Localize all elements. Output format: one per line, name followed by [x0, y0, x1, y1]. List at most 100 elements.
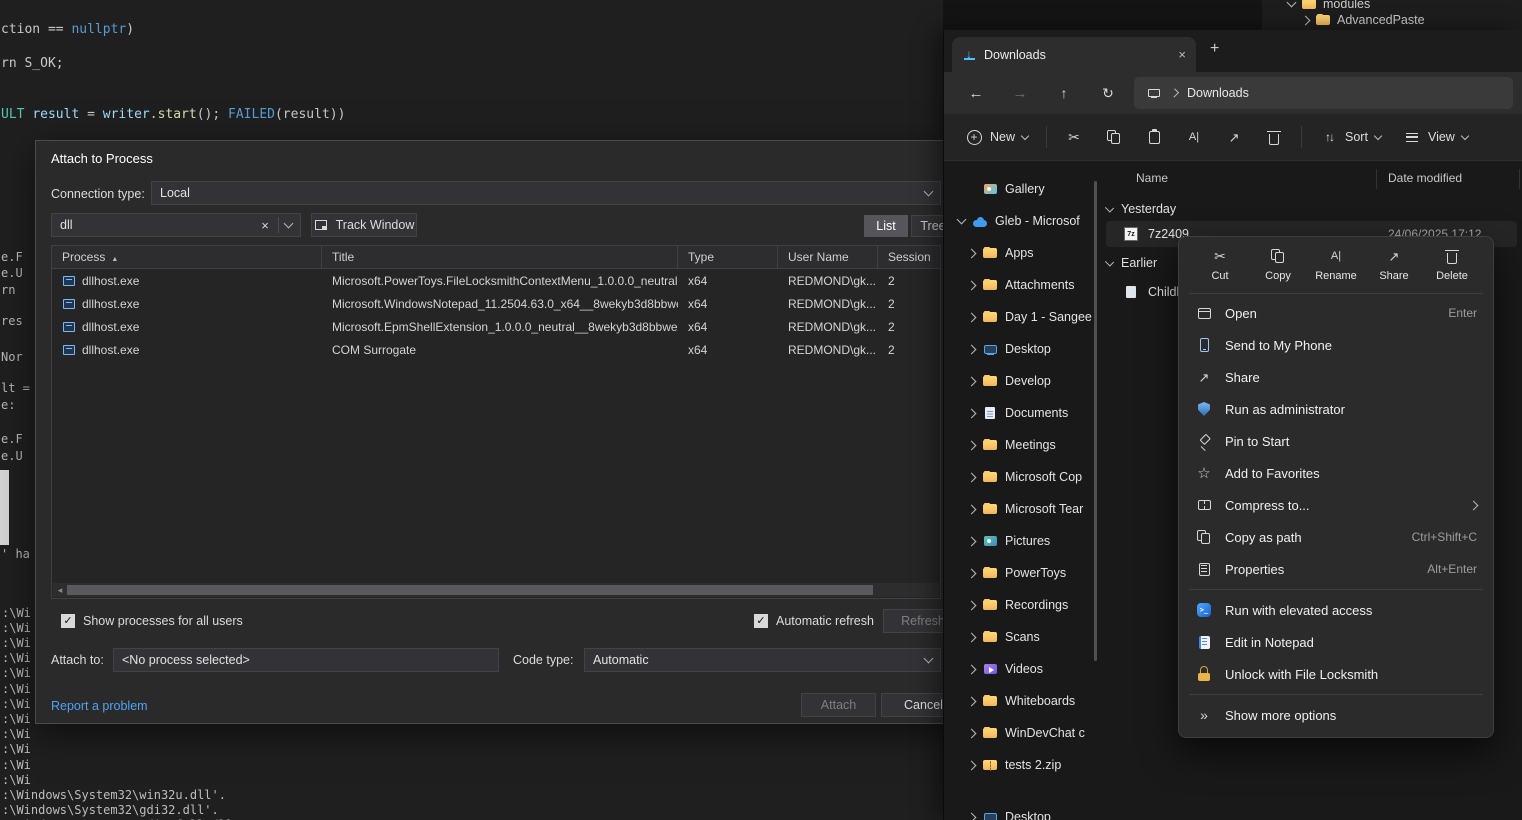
chevron-icon[interactable] — [967, 664, 977, 674]
checkbox-checked-icon[interactable] — [754, 614, 768, 628]
menu-item[interactable]: Send to My Phone — [1179, 329, 1493, 361]
chevron-icon[interactable] — [967, 696, 977, 706]
chevron-down-icon[interactable] — [284, 219, 294, 229]
chevron-icon[interactable] — [967, 504, 977, 514]
group-header-earlier[interactable]: Earlier — [1106, 251, 1157, 275]
attach-button[interactable]: Attach — [801, 693, 876, 717]
sidebar-item[interactable]: Microsoft Tear — [944, 493, 1094, 525]
column-header-username[interactable]: User Name — [778, 246, 878, 268]
chevron-icon[interactable] — [967, 632, 977, 642]
scrollbar-thumb[interactable] — [67, 585, 873, 595]
menu-item[interactable]: Pin to Start — [1179, 425, 1493, 457]
scroll-left-arrow-icon[interactable]: ◂ — [53, 585, 67, 596]
chevron-icon[interactable] — [967, 568, 977, 578]
copy-button[interactable] — [1096, 121, 1132, 153]
sidebar-item[interactable]: Documents — [944, 397, 1094, 429]
group-header-yesterday[interactable]: Yesterday — [1106, 197, 1176, 221]
chevron-icon[interactable] — [967, 760, 977, 770]
up-button[interactable] — [1042, 76, 1086, 110]
chevron-icon[interactable] — [967, 312, 977, 322]
chevron-icon[interactable] — [967, 812, 977, 820]
sidebar-item[interactable]: Day 1 - Sangee — [944, 301, 1094, 333]
automatic-refresh-checkbox[interactable]: Automatic refresh — [754, 614, 874, 628]
refresh-button[interactable] — [1086, 76, 1130, 110]
delete-button[interactable] — [1256, 121, 1292, 153]
report-a-problem-link[interactable]: Report a problem — [51, 699, 148, 713]
sidebar-item[interactable]: WinDevChat c — [944, 717, 1094, 749]
tree-item[interactable]: modules — [1262, 0, 1522, 12]
sidebar-item[interactable]: Scans — [944, 621, 1094, 653]
checkbox-checked-icon[interactable] — [61, 614, 75, 628]
chevron-icon[interactable] — [1287, 0, 1297, 7]
back-button[interactable] — [954, 76, 998, 110]
menu-item[interactable]: Show more options — [1179, 699, 1493, 731]
sidebar-item[interactable]: Attachments — [944, 269, 1094, 301]
process-row[interactable]: dllhost.exe COM Surrogate x64 REDMOND\gk… — [52, 338, 940, 361]
chevron-icon[interactable] — [967, 248, 977, 258]
close-tab-icon[interactable]: × — [1178, 47, 1186, 62]
quick-action-button[interactable]: Cut — [1195, 247, 1245, 282]
column-header-type[interactable]: Type — [678, 246, 778, 268]
sidebar-item[interactable]: tests 2.zip — [944, 749, 1094, 781]
process-filter-input[interactable]: dll — [51, 213, 301, 237]
chevron-icon[interactable] — [1301, 15, 1311, 25]
process-row[interactable]: dllhost.exe Microsoft.PowerToys.FileLock… — [52, 269, 940, 292]
menu-item[interactable]: Add to Favorites — [1179, 457, 1493, 489]
attach-to-input[interactable]: <No process selected> — [113, 648, 499, 672]
clear-filter-icon[interactable] — [258, 218, 272, 232]
view-button[interactable]: View — [1394, 121, 1477, 153]
list-view-toggle[interactable]: List — [864, 215, 908, 237]
sidebar-item[interactable]: Develop — [944, 365, 1094, 397]
show-all-users-checkbox[interactable]: Show processes for all users — [61, 614, 243, 628]
column-header-title[interactable]: Title — [322, 246, 678, 268]
rename-button[interactable] — [1176, 121, 1212, 153]
menu-item[interactable]: Share — [1179, 361, 1493, 393]
new-button[interactable]: New — [956, 121, 1037, 153]
menu-item[interactable]: Run as administrator — [1179, 393, 1493, 425]
sidebar-item[interactable]: PowerToys — [944, 557, 1094, 589]
cut-button[interactable] — [1056, 121, 1092, 153]
sidebar-item[interactable]: Recordings — [944, 589, 1094, 621]
chevron-down-icon[interactable] — [1105, 203, 1114, 212]
tree-item[interactable]: AdvancedPaste — [1262, 12, 1522, 28]
quick-action-button[interactable]: Copy — [1253, 247, 1303, 282]
chevron-icon[interactable] — [967, 600, 977, 610]
quick-action-button[interactable]: Share — [1369, 247, 1419, 282]
sort-button[interactable]: Sort — [1311, 121, 1390, 153]
sidebar-item-desktop-pinned[interactable]: Desktop — [944, 801, 1094, 820]
process-row[interactable]: dllhost.exe Microsoft.WindowsNotepad_11.… — [52, 292, 940, 315]
connection-type-combobox[interactable]: Local — [151, 181, 941, 205]
vertical-scrollbar[interactable] — [1094, 181, 1097, 661]
sidebar-item[interactable]: Apps — [944, 237, 1094, 269]
code-type-combobox[interactable]: Automatic — [584, 648, 941, 672]
column-header-date-modified[interactable]: Date modified — [1388, 171, 1462, 185]
chevron-icon[interactable] — [967, 344, 977, 354]
sidebar-item[interactable]: Whiteboards — [944, 685, 1094, 717]
forward-button[interactable] — [998, 76, 1042, 110]
column-separator[interactable] — [1376, 169, 1377, 189]
sidebar-item[interactable]: Microsoft Cop — [944, 461, 1094, 493]
chevron-icon[interactable] — [967, 728, 977, 738]
menu-item[interactable]: Open Enter — [1179, 297, 1493, 329]
column-header-process[interactable]: Process — [52, 246, 322, 268]
track-window-button[interactable]: Track Window — [311, 213, 417, 237]
menu-item[interactable]: Edit in Notepad — [1179, 626, 1493, 658]
address-bar[interactable]: Downloads — [1134, 77, 1513, 109]
column-separator[interactable] — [1519, 169, 1520, 189]
chevron-down-icon[interactable] — [1105, 257, 1114, 266]
share-button[interactable] — [1216, 121, 1252, 153]
chevron-icon[interactable] — [967, 536, 977, 546]
column-header-name[interactable]: Name — [1136, 171, 1168, 185]
new-tab-button[interactable]: + — [1210, 40, 1219, 58]
menu-item[interactable]: Copy as path Ctrl+Shift+C — [1179, 521, 1493, 553]
quick-action-button[interactable]: Delete — [1427, 247, 1477, 282]
menu-item[interactable]: Run with elevated access — [1179, 594, 1493, 626]
sidebar-item[interactable]: Desktop — [944, 333, 1094, 365]
sidebar-item[interactable]: Pictures — [944, 525, 1094, 557]
sidebar-item[interactable]: Gleb - Microsof — [944, 205, 1094, 237]
paste-button[interactable] — [1136, 121, 1172, 153]
chevron-icon[interactable] — [967, 408, 977, 418]
sidebar-item[interactable]: Meetings — [944, 429, 1094, 461]
menu-item[interactable]: Properties Alt+Enter — [1179, 553, 1493, 585]
menu-item[interactable]: Compress to... — [1179, 489, 1493, 521]
